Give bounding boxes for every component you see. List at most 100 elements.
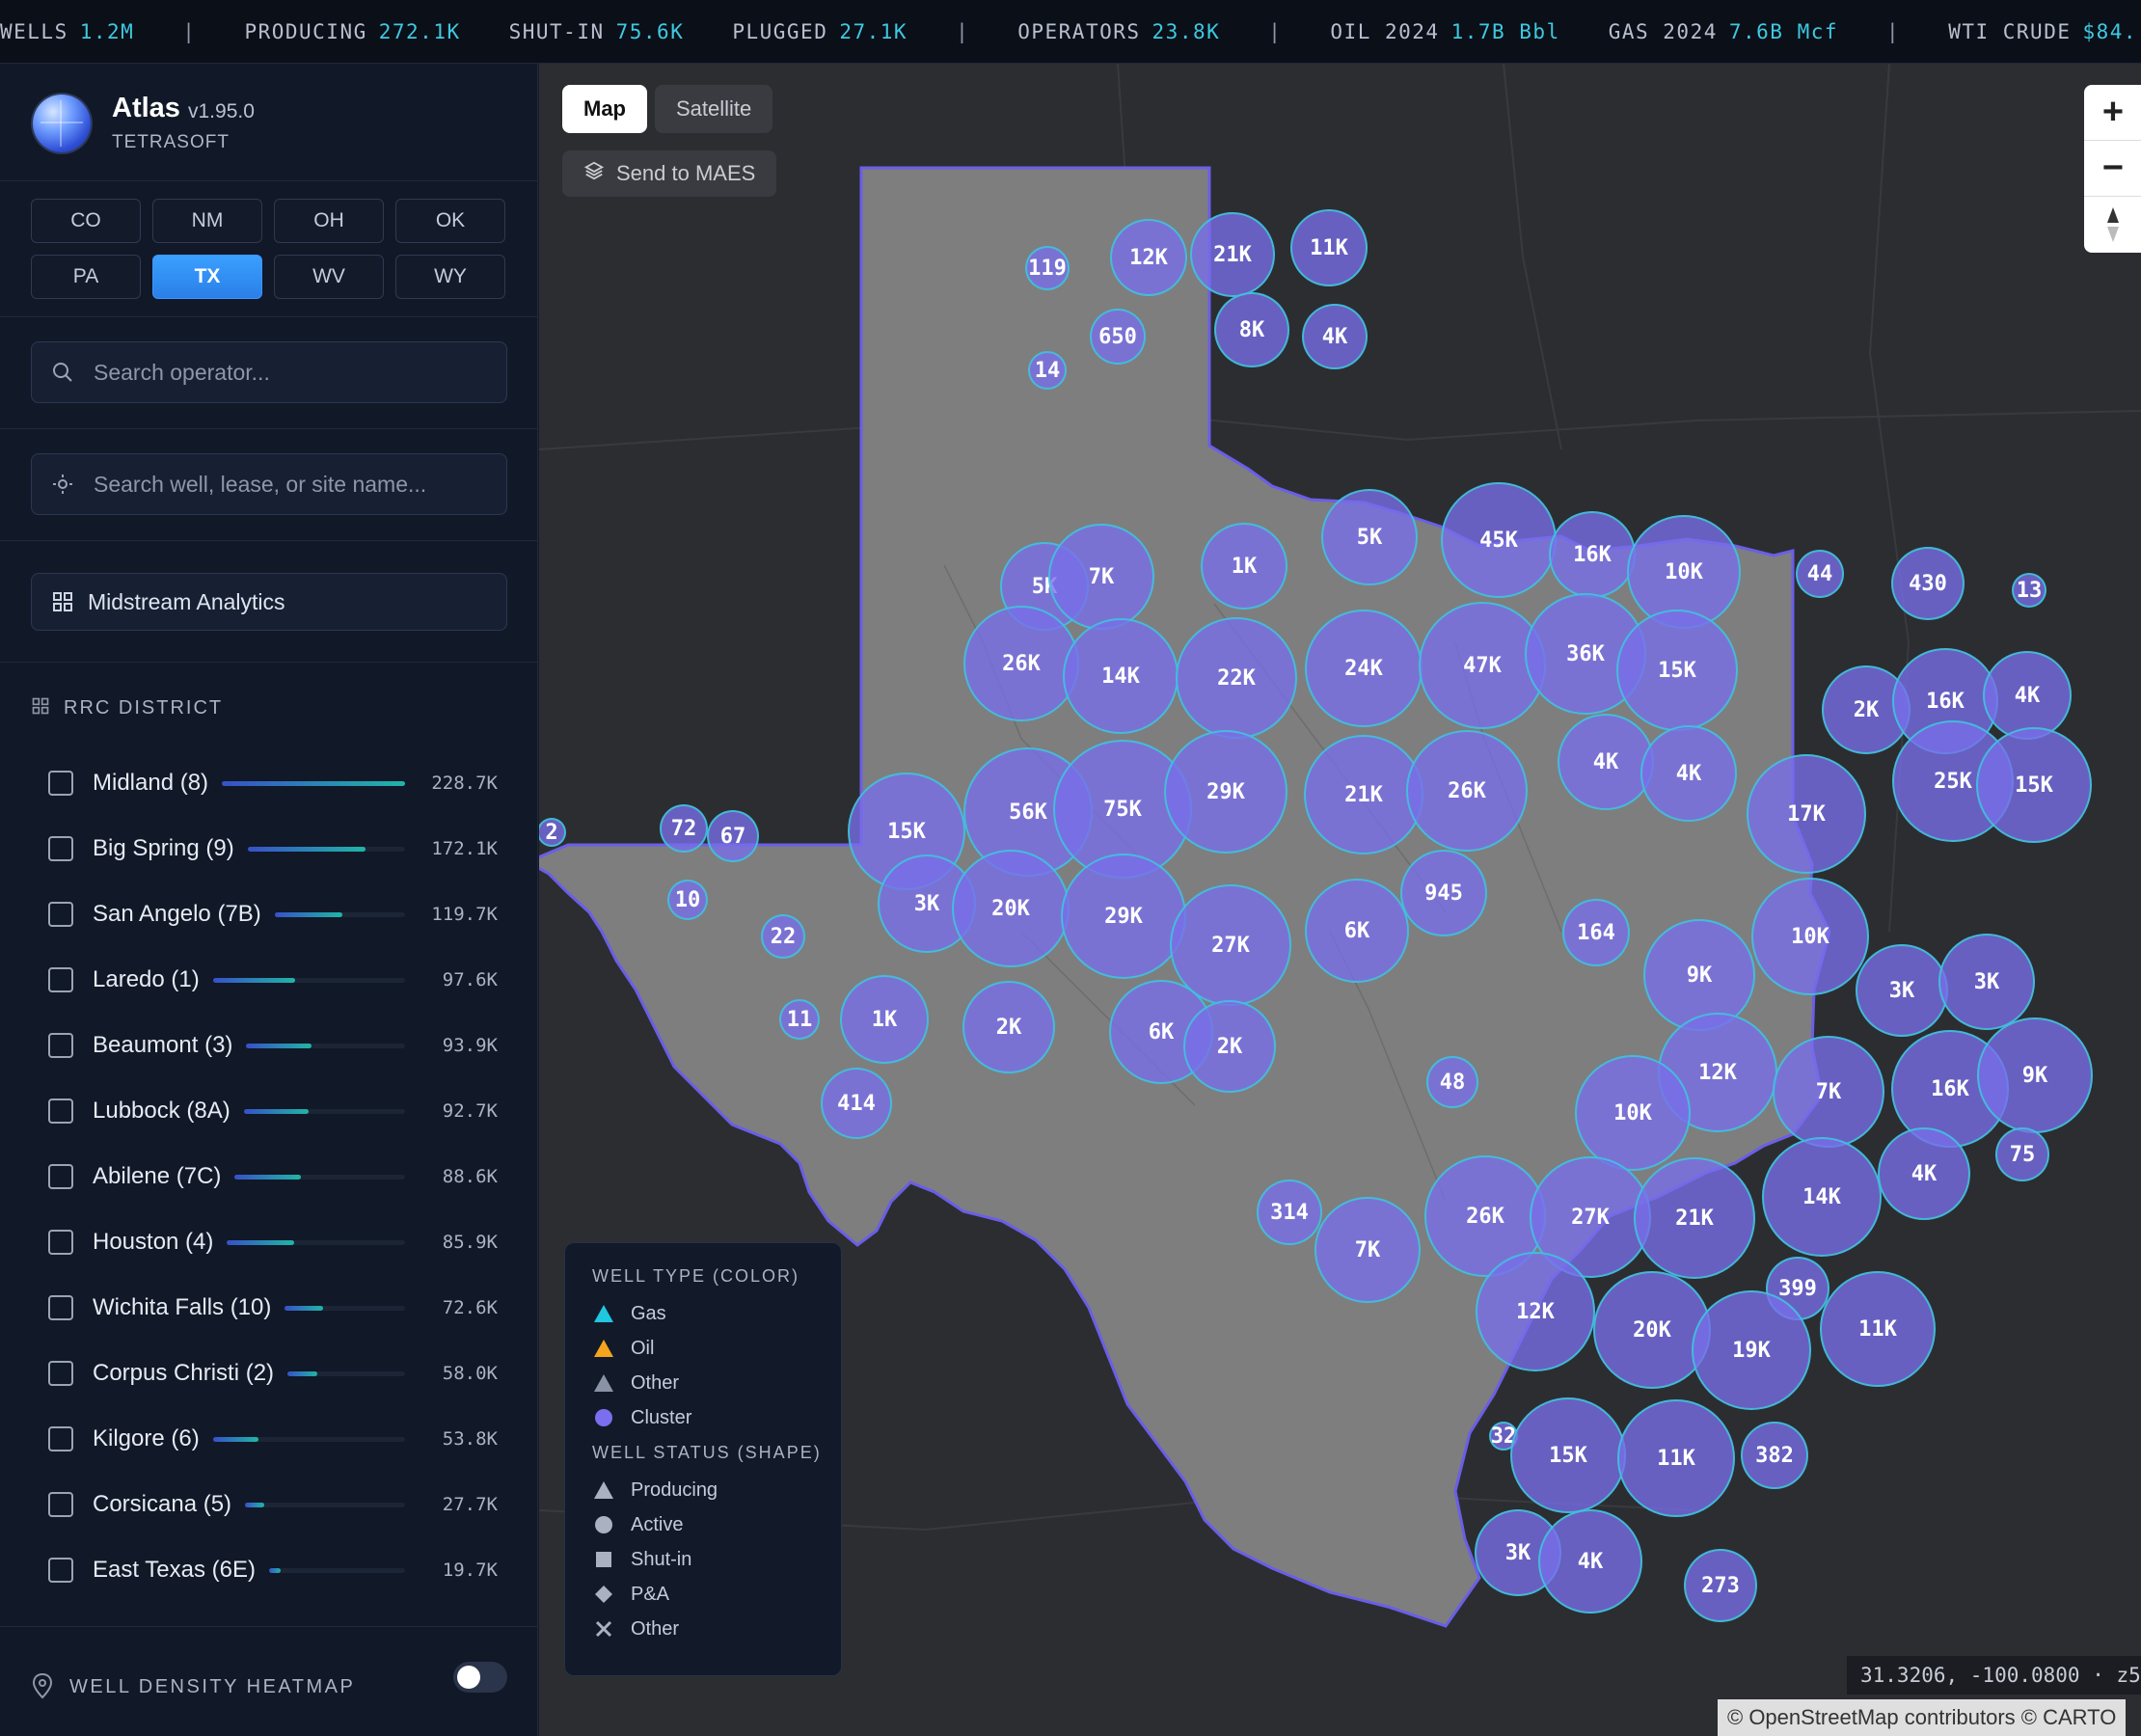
well-cluster[interactable]: 67 [707,810,759,862]
well-cluster[interactable]: 12K [1476,1252,1595,1371]
heatmap-toggle[interactable] [453,1662,507,1693]
map-attribution[interactable]: © OpenStreetMap contributors © CARTO [1718,1699,2127,1736]
well-cluster[interactable]: 945 [1400,850,1487,936]
well-cluster[interactable]: 14 [1028,351,1067,390]
well-cluster[interactable]: 11K [1820,1271,1936,1387]
well-cluster[interactable]: 7K [1314,1197,1421,1303]
midstream-analytics-button[interactable]: Midstream Analytics [31,573,507,631]
well-cluster[interactable]: 13 [2012,573,2046,608]
well-cluster[interactable]: 1K [1201,523,1287,610]
well-cluster[interactable]: 4K [1640,725,1737,822]
well-cluster[interactable]: 29K [1164,730,1287,854]
state-button-co[interactable]: CO [31,199,141,243]
district-row[interactable]: Houston (4) 85.9K [31,1209,507,1275]
well-cluster[interactable]: 44 [1796,550,1844,598]
district-checkbox[interactable] [48,902,73,927]
state-button-pa[interactable]: PA [31,255,141,299]
send-to-maes-button[interactable]: Send to MAES [562,150,777,197]
district-row[interactable]: East Texas (6E) 19.7K [31,1537,507,1603]
well-cluster[interactable]: 10K [1751,878,1869,995]
district-checkbox[interactable] [48,771,73,796]
well-cluster[interactable]: 119 [1025,246,1070,290]
district-checkbox[interactable] [48,967,73,992]
well-cluster[interactable]: 10K [1575,1055,1691,1171]
state-button-wy[interactable]: WY [395,255,505,299]
district-checkbox[interactable] [48,1558,73,1583]
district-row[interactable]: Kilgore (6) 53.8K [31,1406,507,1472]
well-cluster[interactable]: 3K [1856,944,1948,1037]
state-button-wv[interactable]: WV [274,255,384,299]
well-cluster[interactable]: 11K [1290,209,1368,286]
district-row[interactable]: Abilene (7C) 88.6K [31,1144,507,1209]
well-cluster[interactable]: 72 [660,804,708,853]
district-row[interactable]: Lubbock (8A) 92.7K [31,1078,507,1144]
well-cluster[interactable]: 8K [1214,292,1289,367]
district-checkbox[interactable] [48,1361,73,1386]
district-row[interactable]: Corpus Christi (2) 58.0K [31,1341,507,1406]
well-cluster[interactable]: 4K [1302,304,1368,369]
well-cluster[interactable]: 21K [1634,1157,1755,1279]
district-row[interactable]: Big Spring (9) 172.1K [31,816,507,882]
well-cluster[interactable]: 414 [821,1068,892,1139]
well-cluster[interactable]: 2K [962,981,1055,1073]
well-cluster[interactable]: 15K [1976,727,2092,843]
district-row[interactable]: Beaumont (3) 93.9K [31,1013,507,1078]
well-cluster[interactable]: 7K [1048,524,1154,630]
well-cluster[interactable]: 1K [840,975,929,1064]
map-view[interactable]: 119 12K 21K 11K 650 8K 4K 14 5K 45K 16K 10K 44 430 13 5… [539,64,2141,1736]
well-cluster[interactable]: 26K [963,606,1079,721]
district-checkbox[interactable] [48,1033,73,1058]
well-cluster[interactable]: 20K [952,850,1070,967]
well-cluster[interactable]: 4K [1878,1127,1970,1220]
well-cluster[interactable]: 164 [1562,899,1630,966]
well-cluster[interactable]: 650 [1090,309,1146,365]
district-checkbox[interactable] [48,1426,73,1451]
well-cluster[interactable]: 15K [1616,610,1738,731]
district-checkbox[interactable] [48,1492,73,1517]
district-row[interactable]: San Angelo (7B) 119.7K [31,882,507,947]
well-cluster[interactable]: 430 [1891,547,1965,620]
well-cluster[interactable]: 5K [1321,489,1418,585]
well-cluster[interactable]: 15K [1510,1397,1626,1513]
well-cluster[interactable]: 16K [1549,511,1636,598]
state-button-oh[interactable]: OH [274,199,384,243]
well-cluster[interactable]: 14K [1762,1137,1882,1257]
state-button-nm[interactable]: NM [152,199,262,243]
district-row[interactable]: Corsicana (5) 27.7K [31,1472,507,1537]
compass-button[interactable] [2084,197,2141,253]
well-cluster[interactable]: 273 [1684,1549,1757,1622]
well-cluster[interactable]: 9K [1643,919,1755,1031]
well-cluster[interactable]: 26K [1406,730,1528,852]
well-cluster[interactable]: 4K [1983,651,2072,740]
well-cluster[interactable]: 6K [1305,879,1409,983]
well-cluster[interactable]: 2K [1183,1000,1276,1093]
well-cluster[interactable]: 3K [1938,934,2035,1030]
district-checkbox[interactable] [48,1164,73,1189]
well-cluster[interactable]: 45K [1441,482,1557,598]
district-row[interactable]: Laredo (1) 97.6K [31,947,507,1013]
well-cluster[interactable]: 75 [1995,1127,2049,1181]
well-cluster[interactable]: 11 [779,999,820,1040]
district-checkbox[interactable] [48,836,73,861]
well-cluster[interactable]: 11K [1617,1399,1735,1517]
district-row[interactable]: Midland (8) 228.7K [31,750,507,816]
well-cluster[interactable]: 14K [1063,618,1179,734]
district-checkbox[interactable] [48,1295,73,1320]
map-type-map-button[interactable]: Map [562,85,647,133]
well-search-input[interactable]: Search well, lease, or site name... [31,453,507,515]
district-checkbox[interactable] [48,1230,73,1255]
well-cluster[interactable]: 22K [1176,617,1297,739]
well-cluster[interactable]: 10 [667,880,708,920]
state-button-ok[interactable]: OK [395,199,505,243]
well-cluster[interactable]: 4K [1538,1509,1642,1614]
map-type-satellite-button[interactable]: Satellite [655,85,773,133]
well-cluster[interactable]: 382 [1741,1422,1808,1489]
district-checkbox[interactable] [48,1099,73,1124]
district-row[interactable]: Wichita Falls (10) 72.6K [31,1275,507,1341]
well-cluster[interactable]: 7K [1773,1036,1884,1148]
operator-search-input[interactable]: Search operator... [31,341,507,403]
well-cluster[interactable]: 29K [1061,854,1186,979]
well-cluster[interactable]: 22 [761,914,805,959]
well-cluster[interactable]: 4K [1558,714,1654,810]
well-cluster[interactable]: 314 [1257,1180,1322,1245]
